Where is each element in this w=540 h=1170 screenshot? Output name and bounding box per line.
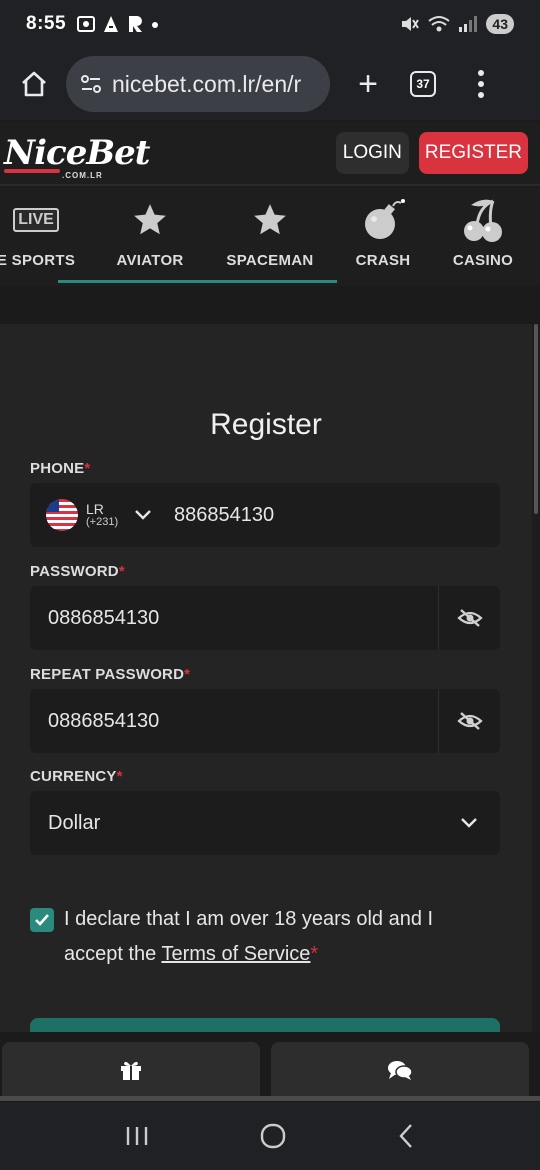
new-tab-button[interactable]: + bbox=[352, 67, 384, 101]
recent-apps-button[interactable] bbox=[124, 1124, 150, 1148]
age-declaration-checkbox[interactable] bbox=[30, 908, 54, 932]
home-icon bbox=[22, 71, 46, 97]
currency-value: Dollar bbox=[48, 811, 101, 834]
live-icon: LIVE bbox=[13, 188, 59, 252]
eye-off-icon bbox=[456, 712, 483, 730]
toggle-password-visibility[interactable] bbox=[438, 586, 500, 650]
phone-field: LR (+231) 886854130 bbox=[30, 483, 500, 547]
terms-of-service-link[interactable]: Terms of Service bbox=[161, 943, 310, 965]
system-nav-bar bbox=[0, 1102, 540, 1170]
form-title: Register bbox=[210, 408, 322, 441]
page-scrollbar[interactable] bbox=[532, 324, 540, 1104]
url-text: nicebet.com.lr/en/r bbox=[112, 70, 302, 97]
status-time: 8:55 bbox=[26, 13, 67, 34]
nav-label: CASINO bbox=[452, 252, 514, 269]
phone-input[interactable]: 886854130 bbox=[174, 504, 274, 527]
tab-switcher-button[interactable]: 37 bbox=[410, 71, 436, 97]
chat-icon bbox=[388, 1061, 413, 1080]
nav-item-crash[interactable]: CRASH bbox=[348, 188, 418, 286]
check-icon bbox=[35, 914, 49, 926]
wifi-icon bbox=[428, 16, 451, 32]
site-header: NiceBet .COM.LR LOGIN REGISTER bbox=[0, 122, 540, 186]
status-right-icons: 43 bbox=[400, 14, 514, 34]
address-bar[interactable]: nicebet.com.lr/en/r bbox=[66, 56, 330, 112]
scrollbar-thumb[interactable] bbox=[534, 324, 538, 514]
bottom-divider bbox=[0, 1096, 540, 1101]
login-button[interactable]: LOGIN bbox=[335, 132, 409, 174]
nav-label: AVIATOR bbox=[116, 252, 184, 269]
site-settings-icon bbox=[81, 75, 101, 93]
nav-item-esports[interactable]: LIVE E SPORTS bbox=[0, 188, 76, 286]
chat-button[interactable] bbox=[271, 1042, 529, 1098]
repeat-password-input[interactable]: 0886854130 bbox=[30, 710, 159, 733]
age-declaration: I declare that I am over 18 years old an… bbox=[30, 902, 480, 972]
home-button[interactable] bbox=[14, 64, 54, 104]
signal-icon bbox=[459, 16, 478, 32]
browser-menu-button[interactable] bbox=[478, 70, 484, 98]
site-logo[interactable]: NiceBet .COM.LR bbox=[4, 133, 150, 180]
repeat-password-label: REPEAT PASSWORD* bbox=[30, 666, 191, 683]
liberia-flag-icon bbox=[46, 499, 78, 531]
chevron-down-icon bbox=[461, 818, 477, 828]
eye-off-icon bbox=[456, 609, 483, 627]
live-badge: LIVE bbox=[13, 208, 59, 232]
battery-indicator: 43 bbox=[486, 14, 514, 34]
repeat-password-field[interactable]: 0886854130 bbox=[30, 689, 500, 753]
logo-swoosh bbox=[4, 169, 60, 173]
password-field[interactable]: 0886854130 bbox=[30, 586, 500, 650]
country-code-select[interactable]: LR (+231) bbox=[30, 499, 172, 531]
star-icon bbox=[254, 204, 286, 235]
home-nav-button[interactable] bbox=[259, 1122, 287, 1150]
cherries-icon bbox=[464, 199, 502, 242]
bomb-icon bbox=[365, 199, 405, 239]
r-icon bbox=[129, 16, 143, 32]
star-icon bbox=[134, 204, 166, 235]
nav-item-casino[interactable]: CASINO bbox=[448, 188, 518, 286]
promotions-button[interactable] bbox=[2, 1042, 260, 1098]
nav-item-spaceman[interactable]: SPACEMAN bbox=[222, 188, 318, 286]
nav-label: SPACEMAN bbox=[226, 252, 314, 269]
nav-active-indicator bbox=[58, 280, 337, 283]
currency-label: CURRENCY* bbox=[30, 768, 123, 785]
content-top-gap bbox=[0, 286, 540, 324]
dot-icon bbox=[152, 22, 159, 28]
category-nav: LIVE E SPORTS AVIATOR SPACEMAN CRASH CAS… bbox=[0, 188, 540, 286]
logo-text: NiceBet bbox=[4, 133, 150, 173]
a-icon bbox=[104, 16, 119, 32]
mute-icon bbox=[402, 17, 420, 31]
screenshot-icon bbox=[77, 16, 96, 32]
currency-select[interactable]: Dollar bbox=[30, 791, 500, 855]
register-form: Register PHONE* LR (+231) 886854130 PASS… bbox=[0, 324, 532, 1124]
browser-toolbar: nicebet.com.lr/en/r + 37 bbox=[0, 48, 540, 120]
logo-subtext: .COM.LR bbox=[62, 171, 103, 180]
phone-label: PHONE* bbox=[30, 460, 91, 477]
bottom-action-bar bbox=[0, 1032, 540, 1102]
password-label: PASSWORD* bbox=[30, 563, 125, 580]
status-left-icons bbox=[76, 15, 160, 33]
back-button[interactable] bbox=[396, 1122, 416, 1150]
declaration-text: I declare that I am over 18 years old an… bbox=[64, 908, 434, 965]
register-button[interactable]: REGISTER bbox=[418, 132, 528, 174]
gift-icon bbox=[121, 1061, 141, 1080]
chevron-down-icon bbox=[135, 510, 151, 520]
screen: 8:55 43 nicebet.com.lr/en/r + 37 NiceBet… bbox=[0, 0, 540, 1170]
nav-label: E SPORTS bbox=[0, 252, 76, 269]
password-input[interactable]: 0886854130 bbox=[30, 607, 159, 630]
status-bar: 8:55 43 bbox=[0, 0, 540, 48]
dial-code: (+231) bbox=[86, 515, 119, 528]
nav-item-aviator[interactable]: AVIATOR bbox=[110, 188, 190, 286]
nav-label: CRASH bbox=[355, 252, 411, 269]
toggle-repeat-password-visibility[interactable] bbox=[438, 689, 500, 753]
country-code: LR bbox=[86, 500, 104, 517]
